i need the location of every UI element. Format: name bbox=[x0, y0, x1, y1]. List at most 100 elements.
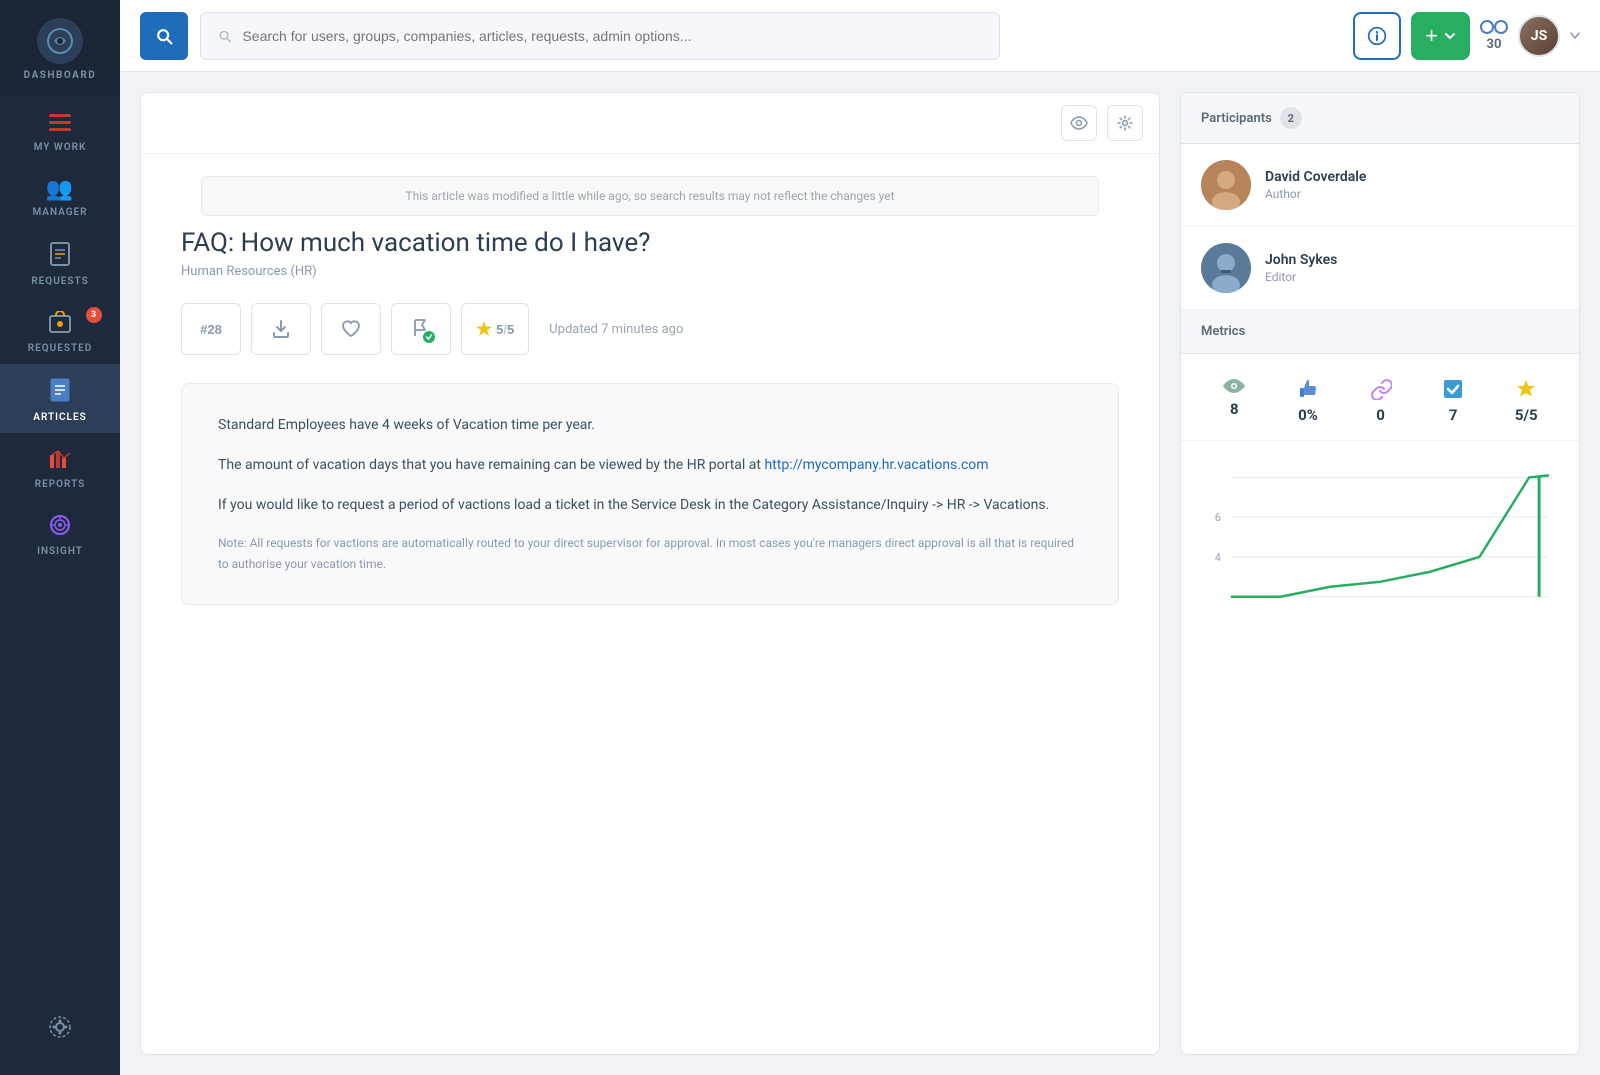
manager-label: MANAGER bbox=[32, 207, 87, 218]
avatar-john bbox=[1201, 243, 1251, 293]
info-button[interactable] bbox=[1353, 12, 1401, 60]
download-button[interactable] bbox=[251, 303, 311, 355]
user-avatar[interactable]: JS bbox=[1518, 15, 1560, 57]
mywork-icon bbox=[49, 113, 71, 137]
content-area: This article was modified a little while… bbox=[120, 72, 1600, 1075]
insight-label: INSIGHT bbox=[37, 546, 83, 557]
sidebar-item-manager[interactable]: 👥 MANAGER bbox=[0, 163, 120, 228]
search-box bbox=[200, 12, 1000, 60]
article-content: Standard Employees have 4 weeks of Vacat… bbox=[181, 383, 1119, 605]
metric-thumbs-value: 0% bbox=[1298, 406, 1318, 424]
rating-value: 5/5 bbox=[496, 322, 514, 337]
add-button[interactable]: + bbox=[1411, 12, 1470, 60]
content-para-2: The amount of vacation days that you hav… bbox=[218, 454, 1082, 478]
article-body: This article was modified a little while… bbox=[141, 154, 1159, 635]
like-button[interactable] bbox=[321, 303, 381, 355]
gear-icon bbox=[1117, 115, 1133, 131]
views-count: 30 bbox=[1487, 37, 1502, 52]
content-para-3: If you would like to request a period of… bbox=[218, 494, 1082, 518]
glasses-icon bbox=[1480, 19, 1508, 35]
metric-link: 0 bbox=[1370, 378, 1392, 424]
insight-icon bbox=[49, 514, 71, 541]
sidebar-logo: DASHBOARD bbox=[0, 0, 120, 95]
svg-text:4: 4 bbox=[1215, 551, 1221, 564]
requests-icon bbox=[50, 242, 70, 271]
article-category: Human Resources (HR) bbox=[181, 264, 1119, 279]
participant-david-name: David Coverdale bbox=[1265, 169, 1366, 185]
main-content: + 30 JS bbox=[120, 0, 1600, 1075]
participant-john: John Sykes Editor bbox=[1181, 227, 1579, 310]
metric-eye-icon bbox=[1222, 378, 1246, 394]
requested-label: REQUESTED bbox=[28, 343, 93, 354]
views-counter: 30 bbox=[1480, 19, 1508, 52]
participants-header: Participants 2 bbox=[1181, 93, 1579, 144]
sidebar-item-reports[interactable]: REPORTS bbox=[0, 433, 120, 500]
article-panel: This article was modified a little while… bbox=[140, 92, 1160, 1055]
participants-title: Participants bbox=[1201, 111, 1272, 126]
view-button[interactable] bbox=[1061, 105, 1097, 141]
participant-david-role: Author bbox=[1265, 187, 1366, 201]
john-avatar-img bbox=[1201, 243, 1251, 293]
sidebar-item-requests[interactable]: REQUESTS bbox=[0, 228, 120, 297]
sidebar-item-articles[interactable]: ARTICLES bbox=[0, 364, 120, 433]
user-dropdown-chevron[interactable] bbox=[1570, 32, 1580, 40]
settings-article-button[interactable] bbox=[1107, 105, 1143, 141]
metric-check: 7 bbox=[1442, 378, 1464, 424]
chart-area: 6 4 bbox=[1181, 441, 1579, 1054]
manager-icon: 👥 bbox=[46, 177, 74, 202]
avatar-david bbox=[1201, 160, 1251, 210]
sidebar-bottom bbox=[48, 1001, 72, 1075]
chevron-down-icon bbox=[1444, 30, 1456, 42]
article-number-button[interactable]: #28 bbox=[181, 303, 241, 355]
participants-count: 2 bbox=[1280, 107, 1302, 129]
updated-text: Updated 7 minutes ago bbox=[549, 322, 683, 337]
logo-icon bbox=[37, 18, 83, 64]
participant-john-role: Editor bbox=[1265, 270, 1337, 284]
metrics-header: Metrics bbox=[1181, 310, 1579, 354]
sidebar-item-insight[interactable]: INSIGHT bbox=[0, 500, 120, 567]
content-para-4: Note: All requests for vactions are auto… bbox=[218, 533, 1082, 574]
search-icon bbox=[217, 28, 232, 44]
rating-button[interactable]: ★ 5/5 bbox=[461, 303, 529, 355]
participant-john-info: John Sykes Editor bbox=[1265, 252, 1337, 284]
metric-check-value: 7 bbox=[1449, 406, 1458, 424]
heart-icon bbox=[341, 320, 361, 338]
sidebar-item-settings[interactable] bbox=[48, 1001, 72, 1055]
sidebar-item-requested[interactable]: 3 REQUESTED bbox=[0, 297, 120, 364]
eye-icon bbox=[1070, 116, 1088, 130]
metrics-grid: 8 0% 0 bbox=[1181, 354, 1579, 441]
metrics-title: Metrics bbox=[1201, 324, 1245, 339]
article-title: FAQ: How much vacation time do I have? bbox=[181, 228, 1119, 258]
settings-icon bbox=[48, 1015, 72, 1045]
david-avatar-img bbox=[1201, 160, 1251, 210]
participant-david-info: David Coverdale Author bbox=[1265, 169, 1366, 201]
sidebar: DASHBOARD MY WORK 👥 MANAGER REQUESTS bbox=[0, 0, 120, 1075]
reports-icon bbox=[49, 447, 71, 474]
metric-thumbs: 0% bbox=[1297, 378, 1319, 424]
articles-icon bbox=[50, 378, 70, 407]
metric-star-value: 5/5 bbox=[1515, 406, 1538, 424]
requested-icon bbox=[49, 311, 71, 338]
metrics-chart: 6 4 bbox=[1201, 457, 1559, 637]
requests-label: REQUESTS bbox=[31, 276, 88, 287]
mywork-label: MY WORK bbox=[34, 142, 87, 153]
star-icon: ★ bbox=[476, 319, 492, 340]
search-button[interactable] bbox=[140, 12, 188, 60]
metric-link-icon bbox=[1370, 378, 1392, 400]
requested-badge: 3 bbox=[86, 307, 102, 323]
content-para-1: Standard Employees have 4 weeks of Vacat… bbox=[218, 414, 1082, 438]
sidebar-item-mywork[interactable]: MY WORK bbox=[0, 99, 120, 163]
info-icon bbox=[1367, 26, 1387, 46]
article-actions: #28 bbox=[181, 303, 1119, 355]
download-icon bbox=[272, 319, 290, 339]
article-number: #28 bbox=[200, 322, 222, 337]
reports-label: REPORTS bbox=[35, 479, 86, 490]
metric-views: 8 bbox=[1222, 378, 1246, 424]
search-input[interactable] bbox=[242, 28, 983, 44]
hr-link[interactable]: http://mycompany.hr.vacations.com bbox=[764, 457, 988, 473]
topbar: + 30 JS bbox=[120, 0, 1600, 72]
participant-john-name: John Sykes bbox=[1265, 252, 1337, 268]
metric-star-icon bbox=[1515, 378, 1537, 400]
flag-button[interactable] bbox=[391, 303, 451, 355]
participant-david: David Coverdale Author bbox=[1181, 144, 1579, 227]
